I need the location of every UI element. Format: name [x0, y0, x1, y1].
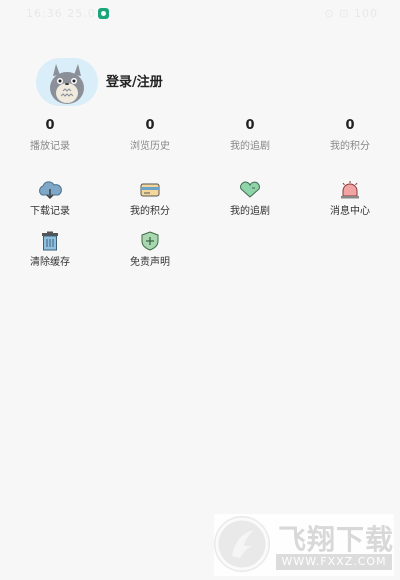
security-badge-icon	[98, 8, 109, 19]
stat-my-points[interactable]: 0 我的积分	[300, 118, 400, 152]
stat-label: 播放记录	[30, 141, 70, 152]
card-icon	[140, 183, 160, 197]
menu-disclaimer[interactable]: 免责声明	[100, 231, 200, 268]
status-time: 16:36 25.0 ∮	[26, 7, 107, 20]
menu-label: 我的追剧	[230, 206, 270, 217]
menu-label: 免责声明	[130, 257, 170, 268]
stats-row: 0 播放记录 0 浏览历史 0 我的追剧 0 我的积分	[0, 118, 400, 158]
alarm-bell-icon	[341, 181, 359, 199]
stat-browse-history[interactable]: 0 浏览历史	[100, 118, 200, 152]
menu-message-center[interactable]: 消息中心	[300, 180, 400, 217]
watermark-url: WWW.FXXZ.COM	[276, 554, 392, 570]
stat-label: 我的积分	[330, 141, 370, 152]
stat-label: 我的追剧	[230, 141, 270, 152]
menu-download-records[interactable]: 下载记录	[0, 180, 100, 217]
stat-label: 浏览历史	[130, 141, 170, 152]
site-watermark: 飞翔下载 WWW.FXXZ.COM	[214, 514, 394, 576]
stat-value: 0	[45, 118, 55, 133]
stat-play-history[interactable]: 0 播放记录	[0, 118, 100, 152]
menu-clear-cache[interactable]: 清除缓存	[0, 231, 100, 268]
profile-header: 登录/注册	[36, 58, 236, 106]
stat-value: 0	[245, 118, 255, 133]
heart-icon	[240, 181, 260, 198]
stat-value: 0	[345, 118, 355, 133]
totoro-avatar-icon	[50, 64, 84, 104]
watermark-logo-icon	[214, 516, 270, 572]
shield-icon	[141, 231, 159, 251]
status-indicators: ⊙ ⊡ 100	[324, 7, 378, 20]
menu-label: 消息中心	[330, 206, 370, 217]
avatar[interactable]	[36, 58, 98, 106]
menu-label: 下载记录	[30, 206, 70, 217]
status-bar: 16:36 25.0 ∮ ⊙ ⊡ 100	[0, 0, 400, 26]
menu-label: 清除缓存	[30, 257, 70, 268]
login-register-link[interactable]: 登录/注册	[106, 71, 163, 90]
trash-icon	[42, 231, 58, 251]
menu-my-followed-shows[interactable]: 我的追剧	[200, 180, 300, 217]
cloud-download-icon	[39, 181, 62, 199]
watermark-title: 飞翔下载	[278, 523, 395, 556]
stat-my-followed-shows[interactable]: 0 我的追剧	[200, 118, 300, 152]
menu-my-points[interactable]: 我的积分	[100, 180, 200, 217]
menu-label: 我的积分	[130, 206, 170, 217]
stat-value: 0	[145, 118, 155, 133]
